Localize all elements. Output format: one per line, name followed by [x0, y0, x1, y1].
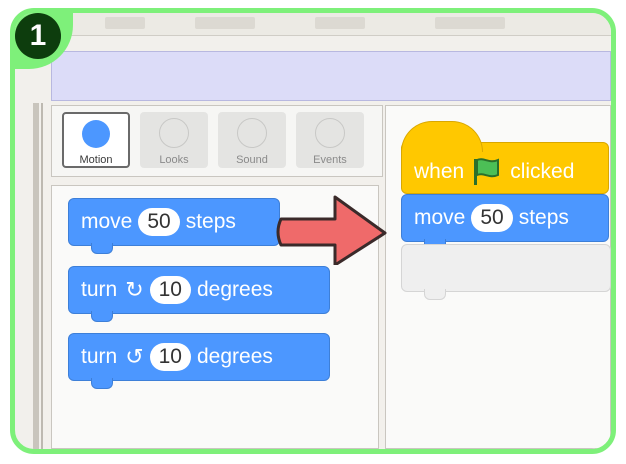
category-label: Events	[313, 154, 347, 166]
step-number: 1	[15, 13, 61, 59]
category-label: Motion	[79, 154, 113, 166]
tutorial-frame: Motion Looks Sound Events move 50 steps …	[10, 8, 616, 454]
motion-category-icon	[82, 120, 110, 148]
category-label: Sound	[236, 154, 268, 166]
category-looks: Looks	[140, 112, 208, 168]
rotate-left-icon: ↺	[125, 344, 144, 369]
toolbar-segment	[435, 17, 505, 29]
drag-arrow-icon	[276, 195, 387, 265]
events-category-icon	[315, 118, 345, 148]
hat-cap	[401, 121, 483, 152]
script-area[interactable]: when clicked move 50 steps	[385, 105, 611, 449]
block-text: when	[414, 160, 465, 183]
left-edge	[33, 103, 39, 449]
top-strip	[15, 13, 611, 36]
turn-right-block[interactable]: turn ↻ 10 degrees	[68, 266, 330, 322]
block-notch	[91, 311, 113, 322]
block-text: move	[81, 210, 133, 233]
sound-category-icon	[237, 118, 267, 148]
degrees-input[interactable]: 10	[149, 276, 191, 304]
looks-category-icon	[159, 118, 189, 148]
block-text: move	[414, 206, 466, 229]
script-move-steps-block[interactable]: move 50 steps	[401, 194, 609, 250]
turn-left-block[interactable]: turn ↺ 10 degrees	[68, 333, 330, 389]
block-notch	[91, 243, 113, 254]
block-notch	[424, 289, 446, 300]
degrees-input[interactable]: 10	[149, 343, 191, 371]
move-steps-block[interactable]: move 50 steps	[68, 198, 280, 254]
block-text: steps	[185, 210, 236, 233]
category-label: Looks	[159, 154, 189, 166]
category-motion[interactable]: Motion	[62, 112, 130, 168]
toolbar-segment	[195, 17, 255, 29]
green-flag-icon	[474, 158, 500, 185]
block-text: degrees	[196, 345, 273, 368]
block-text: turn	[81, 278, 118, 301]
rotate-right-icon: ↻	[125, 277, 144, 302]
steps-input[interactable]: 50	[138, 208, 180, 236]
when-flag-clicked-block[interactable]: when clicked	[401, 121, 609, 194]
block-notch	[91, 378, 113, 389]
steps-input[interactable]: 50	[471, 204, 513, 232]
block-text: degrees	[196, 278, 273, 301]
category-bar: Motion Looks Sound Events	[51, 105, 383, 177]
toolbar-segment	[315, 17, 365, 29]
drop-placeholder	[401, 244, 611, 300]
left-edge	[41, 103, 43, 449]
menu-bar	[51, 51, 611, 101]
category-events: Events	[296, 112, 364, 168]
category-sound: Sound	[218, 112, 286, 168]
toolbar-segment	[105, 17, 145, 29]
block-text: steps	[518, 206, 569, 229]
block-text: clicked	[510, 160, 575, 183]
block-text: turn	[81, 345, 118, 368]
